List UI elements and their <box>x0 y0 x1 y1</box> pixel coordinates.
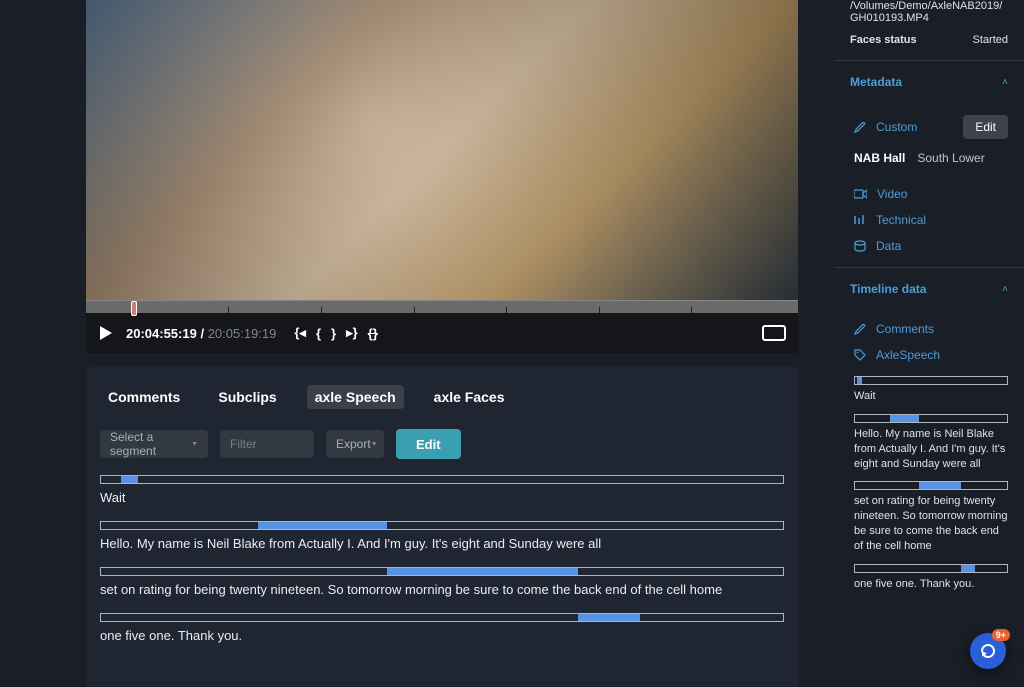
faces-status-label: Faces status <box>850 34 917 46</box>
timeline-segment-bar[interactable] <box>854 564 1008 573</box>
segment-bar[interactable] <box>100 475 784 484</box>
data-metadata-item[interactable]: Data <box>834 227 1024 267</box>
clear-braces-button[interactable]: {} <box>368 326 378 341</box>
edit-segments-button[interactable]: Edit <box>396 429 461 459</box>
export-select[interactable]: Export ▼ <box>326 430 384 458</box>
timeline-segment-bar[interactable] <box>854 414 1008 423</box>
video-metadata-item[interactable]: Video <box>834 175 1024 201</box>
timeline-segment-row[interactable]: Wait <box>854 376 1008 404</box>
timeline-segment-text: set on rating for being twenty nineteen.… <box>854 494 1008 553</box>
segment-select-label: Select a segment <box>110 430 191 458</box>
brace-in-button[interactable]: { <box>316 326 321 341</box>
timecode-display: 20:04:55:19 / 20:05:19:19 <box>126 326 276 341</box>
tab-comments[interactable]: Comments <box>100 385 188 409</box>
metadata-section-head[interactable]: Metadata ˄ <box>850 75 1008 89</box>
tag-icon <box>854 349 866 361</box>
technical-metadata-item[interactable]: Technical <box>834 201 1024 227</box>
segment-bar[interactable] <box>100 567 784 576</box>
segment-text: one five one. Thank you. <box>100 628 784 643</box>
timeline-segment-bar[interactable] <box>854 481 1008 490</box>
segment-row[interactable]: Wait <box>100 475 784 505</box>
annotations-panel: Comments Subclips axle Speech axle Faces… <box>86 367 798 687</box>
pencil-icon <box>854 323 866 335</box>
play-button[interactable] <box>98 325 114 341</box>
step-back-button[interactable]: {◂ <box>294 325 306 341</box>
tab-axle-faces[interactable]: axle Faces <box>426 385 513 409</box>
current-time: 20:04:55:19 <box>126 326 197 341</box>
tab-axle-speech[interactable]: axle Speech <box>307 385 404 409</box>
timeline-segment-row[interactable]: Hello. My name is Neil Blake from Actual… <box>854 414 1008 472</box>
comments-timeline-item[interactable]: Comments <box>834 310 1024 336</box>
segment-text: set on rating for being twenty nineteen.… <box>100 582 784 597</box>
chevron-down-icon: ▼ <box>371 441 378 448</box>
timeline-data-section-head[interactable]: Timeline data ˄ <box>850 282 1008 296</box>
segment-bar[interactable] <box>100 613 784 622</box>
data-icon <box>854 240 866 252</box>
video-preview[interactable] <box>86 0 798 300</box>
segment-select[interactable]: Select a segment ▼ <box>100 430 208 458</box>
faces-status-value: Started <box>973 34 1008 46</box>
pencil-icon <box>854 121 866 133</box>
segment-toolbar: Select a segment ▼ Export ▼ Edit <box>100 429 784 459</box>
fullscreen-button[interactable] <box>762 325 786 341</box>
filter-input-wrap <box>220 430 314 458</box>
chevron-down-icon: ▼ <box>191 441 198 448</box>
timeline-segment-row[interactable]: set on rating for being twenty nineteen.… <box>854 481 1008 553</box>
nab-hall-value: South Lower <box>917 151 984 165</box>
faces-status-row: Faces status Started <box>850 34 1008 46</box>
timeline-segment-text: one five one. Thank you. <box>854 577 1008 592</box>
refresh-fab[interactable]: 9+ <box>970 633 1006 669</box>
fab-badge: 9+ <box>992 629 1010 641</box>
playhead[interactable] <box>131 301 137 316</box>
timeline-ruler[interactable] <box>86 300 798 314</box>
total-time: 20:05:19:19 <box>208 326 277 341</box>
timeline-segment-text: Wait <box>854 389 1008 404</box>
timeline-segment-row[interactable]: one five one. Thank you. <box>854 564 1008 592</box>
video-icon <box>854 189 867 199</box>
time-separator: / <box>200 326 207 341</box>
chevron-up-icon: ˄ <box>1002 284 1008 295</box>
brace-out-button[interactable]: } <box>331 326 336 341</box>
segment-row[interactable]: Hello. My name is Neil Blake from Actual… <box>100 521 784 551</box>
segment-text: Wait <box>100 490 784 505</box>
segment-row[interactable]: one five one. Thank you. <box>100 613 784 643</box>
timeline-segment-bar[interactable] <box>854 376 1008 385</box>
edit-custom-button[interactable]: Edit <box>963 115 1008 139</box>
export-label: Export <box>336 437 371 451</box>
filter-input[interactable] <box>230 437 304 451</box>
step-forward-button[interactable]: ▸} <box>346 325 358 341</box>
tab-subclips[interactable]: Subclips <box>210 385 284 409</box>
axlespeech-timeline-item[interactable]: AxleSpeech <box>834 336 1024 376</box>
custom-metadata-item[interactable]: Custom <box>854 120 917 134</box>
technical-icon <box>854 215 866 225</box>
timeline-segment-text: Hello. My name is Neil Blake from Actual… <box>854 427 1008 472</box>
segment-text: Hello. My name is Neil Blake from Actual… <box>100 536 784 551</box>
sidebar: /Volumes/Demo/AxleNAB2019/GH010193.MP4 F… <box>834 0 1024 687</box>
chevron-up-icon: ˄ <box>1002 77 1008 88</box>
video-controls: 20:04:55:19 / 20:05:19:19 {◂ { } ▸} {} <box>86 313 798 353</box>
segment-bar[interactable] <box>100 521 784 530</box>
nab-hall-row: NAB Hall South Lower <box>834 151 1024 175</box>
panel-tabs: Comments Subclips axle Speech axle Faces <box>100 385 784 409</box>
segment-row[interactable]: set on rating for being twenty nineteen.… <box>100 567 784 597</box>
file-path: /Volumes/Demo/AxleNAB2019/GH010193.MP4 <box>850 0 1008 24</box>
nab-hall-key: NAB Hall <box>854 151 905 165</box>
